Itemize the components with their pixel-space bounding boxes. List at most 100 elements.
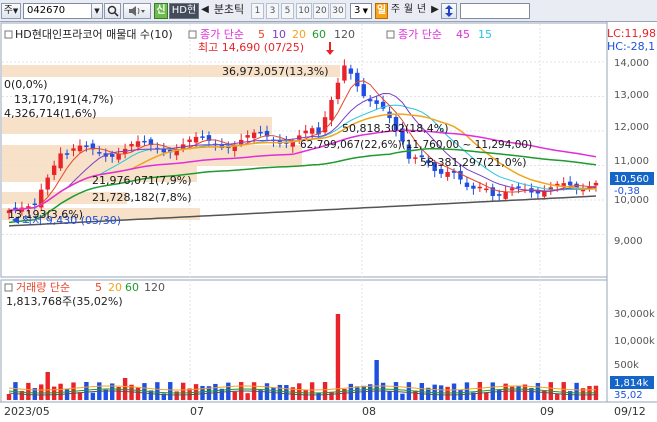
volume-profile-label: 21,728,182(7,8%): [92, 191, 192, 204]
candle-body: [342, 65, 347, 81]
candle-body: [542, 191, 547, 197]
candle-body: [135, 141, 141, 147]
candle-body: [497, 194, 502, 196]
candle-body: [71, 148, 76, 151]
day-button[interactable]: 일: [375, 3, 388, 19]
volume-bar: [484, 392, 489, 400]
stock-name-button[interactable]: HD현: [169, 3, 199, 19]
market-select[interactable]: 주▼: [1, 3, 21, 19]
month-button[interactable]: 월: [402, 3, 415, 19]
search-button[interactable]: [104, 3, 121, 19]
ma60-legend: 60: [312, 28, 326, 41]
volume-bar: [400, 393, 405, 400]
candle-body: [303, 130, 308, 134]
volume-legend-label: 거래량 단순: [16, 281, 70, 294]
x-axis: 2023/05 07 08 09 09/12: [0, 401, 657, 418]
candle-body: [258, 131, 263, 134]
volume-bar: [413, 390, 418, 400]
volume-bar: [322, 382, 328, 400]
volume-bar: [155, 382, 160, 400]
y-tick-14000: 14,000: [614, 58, 649, 69]
volume-bar: [135, 387, 141, 400]
updown-button[interactable]: [441, 3, 457, 19]
sound-button[interactable]: [123, 3, 151, 19]
next-arrow-button[interactable]: ▶: [430, 3, 440, 19]
volume-profile-label: 58,381,297(21,0%): [420, 156, 527, 169]
candle-body: [193, 136, 199, 143]
current-price-text: 10,560: [614, 174, 649, 185]
period-5-button[interactable]: 5: [281, 3, 294, 19]
year-button[interactable]: 년: [415, 3, 428, 19]
ma5-legend: 5: [258, 28, 265, 41]
volume-bar: [329, 391, 334, 400]
speaker-icon: [129, 6, 145, 16]
candle-body: [187, 139, 192, 142]
volume-bar: [497, 389, 502, 400]
volume-profile-label: 36,973,057(13,3%): [222, 65, 329, 78]
candle-body: [142, 140, 147, 143]
candle-body: [251, 132, 257, 139]
volume-bar: [516, 385, 521, 400]
candle-body: [97, 152, 102, 154]
vol-tick-500k: 500k: [614, 360, 639, 371]
candle-body: [516, 186, 521, 188]
vma120-legend: 120: [144, 281, 165, 294]
candle-body: [471, 185, 476, 189]
candle-body: [503, 191, 508, 199]
candle-body: [361, 84, 366, 97]
volume-bar: [348, 383, 354, 400]
volume-bar: [297, 383, 302, 400]
vma20-legend: 20: [108, 281, 122, 294]
vma60-legend: 60: [125, 281, 139, 294]
hc-text: HC:-28,1: [607, 40, 655, 53]
extra-input[interactable]: [460, 3, 530, 19]
candle-body: [355, 72, 360, 87]
vol-tick-30000k: 30,000k: [614, 309, 655, 320]
price-y-axis: LC:11,98 HC:-28,1 14,000 13,000 12,000 1…: [607, 27, 656, 247]
period-20-button[interactable]: 20: [313, 3, 329, 19]
high-price-label: 최고 14,690 (07/25): [198, 41, 304, 54]
code-dropdown-button[interactable]: ▼: [91, 3, 103, 19]
volume-bar: [574, 382, 579, 400]
candle-body: [509, 188, 515, 191]
volume-bar: [284, 385, 289, 400]
volume-bar: [6, 394, 12, 400]
volume-bar: [180, 382, 186, 400]
x-label-09: 09: [540, 405, 554, 418]
candle-body: [413, 157, 418, 159]
volume-bar: [464, 382, 470, 400]
volume-bar: [309, 382, 315, 400]
price-volume-chart: 최고 14,690 (07/25)최저 9,430 (05/30)36,973,…: [0, 22, 657, 418]
volume-bar: [245, 393, 250, 400]
y-tick-13000: 13,000: [614, 90, 649, 101]
ma120-legend: 120: [334, 28, 355, 41]
volume-bar: [490, 382, 495, 400]
y-tick-11000: 11,000: [614, 156, 649, 167]
volume-profile-label: 21,976,071(7,9%): [92, 174, 192, 187]
volume-bar: [451, 383, 457, 400]
volume-profile-label: 4,326,714(1,6%): [4, 107, 97, 120]
candle-body: [58, 153, 63, 169]
week-button[interactable]: 주: [389, 3, 402, 19]
candle-body: [84, 145, 89, 147]
volume-bar: [355, 386, 360, 400]
period-3-button[interactable]: 3: [266, 3, 279, 19]
volume-bar: [522, 384, 528, 400]
credit-badge-button[interactable]: 신: [154, 3, 168, 19]
candle-body: [484, 188, 489, 191]
period-1-button[interactable]: 1: [251, 3, 264, 19]
updown-arrow-icon: [445, 5, 453, 17]
vol-tick-10000k: 10,000k: [614, 336, 655, 347]
prev-arrow-button[interactable]: ◀: [200, 3, 210, 19]
tick-period-button[interactable]: 분초틱: [210, 3, 248, 19]
volume-bar: [39, 384, 44, 400]
market-select-label: 주: [3, 5, 13, 16]
candle-body: [64, 153, 70, 155]
count-select[interactable]: 3 ▼: [350, 3, 372, 19]
volume-bar: [232, 391, 237, 400]
period-30-button[interactable]: 30: [330, 3, 346, 19]
period-10-button[interactable]: 10: [296, 3, 312, 19]
y-tick-12000: 12,000: [614, 122, 649, 133]
volume-y-axis: 30,000k 10,000k 500k 1,814k 35,02: [610, 309, 655, 401]
legend-box-icon: [4, 283, 13, 292]
